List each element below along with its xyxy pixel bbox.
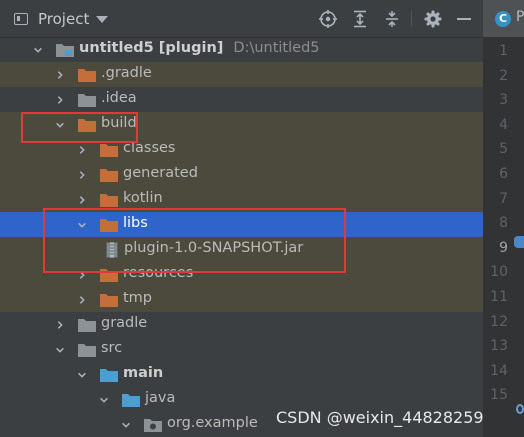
line-number: 10 [490,264,508,281]
line-number: 13 [490,338,508,355]
chevron-down-icon [96,15,109,23]
tree-item-name: .idea [101,90,137,106]
chevron-down-icon[interactable] [121,412,131,437]
chevron-right-icon[interactable] [77,162,87,187]
folder-orange-icon [100,143,118,161]
gutter-override-icon[interactable] [516,404,524,414]
annotation-box-libs [43,208,346,273]
line-number: 5 [499,141,508,158]
chevron-right-icon[interactable] [55,312,65,337]
chevron-right-icon[interactable] [55,62,65,87]
line-number: 11 [490,289,508,305]
line-number: 4 [499,116,508,133]
folder-orange-icon [100,293,118,311]
annotation-box-build [21,112,138,143]
panel-title: Project [38,10,90,28]
tree-item-label: untitled5 [plugin] D:\untitled5 [79,40,320,56]
line-number: 1 [499,43,508,59]
toolbar-separator [411,11,412,27]
package-icon [144,418,162,436]
tree-item-label: tmp [123,290,152,306]
source-folder-blue-icon [122,393,140,411]
tree-item-label: kotlin [123,190,163,206]
project-tool-window: Project untitled5 [plugin] D:\untitled5 .g… [0,0,483,437]
editor-tab-label[interactable]: P [516,9,524,25]
line-number: 12 [490,313,508,330]
tree-folder-item[interactable]: main [0,362,483,387]
project-view-selector[interactable]: Project [14,10,109,28]
collapse-all-icon[interactable] [381,8,403,30]
chevron-right-icon[interactable] [77,287,87,312]
tree-folder-item[interactable]: generated [0,162,483,187]
watermark: CSDN @weixin_44828259 [276,408,484,427]
folder-orange-icon [100,168,118,186]
chevron-down-icon[interactable] [55,337,65,362]
chevron-down-icon[interactable] [33,37,43,62]
folder-gray-icon [78,318,96,336]
tree-folder-item[interactable]: tmp [0,287,483,312]
tree-item-name: kotlin [123,190,163,206]
tree-item-label: .idea [101,90,137,106]
tree-item-name: tmp [123,290,153,306]
tree-item-label: .gradle [101,65,152,81]
module-folder-icon [56,43,74,61]
folder-gray-icon [78,343,96,361]
tree-folder-item[interactable]: src [0,337,483,362]
class-file-icon: C [495,11,511,27]
tree-item-label: gradle [101,315,147,331]
tree-item-name: gradle [101,315,148,331]
tree-item-label: java [145,390,175,406]
line-number: 2 [499,67,508,84]
line-number: 7 [499,190,508,207]
line-number: 15 [490,387,508,404]
folder-orange-icon [78,68,96,86]
gear-icon[interactable] [422,8,444,30]
tree-folder-item[interactable]: .gradle [0,62,483,87]
tree-folder-item[interactable]: untitled5 [plugin] D:\untitled5 [0,37,483,62]
line-number: 9 [499,239,508,256]
chevron-right-icon[interactable] [55,87,65,112]
tree-item-label: generated [123,165,198,181]
tree-item-label: src [101,340,122,356]
folder-gray-icon [78,93,96,111]
line-number: 14 [490,362,508,379]
tree-item-label: org.example [167,415,258,431]
tree-folder-item[interactable]: gradle [0,312,483,337]
gutter-marker-icon[interactable] [514,236,524,248]
locate-target-icon[interactable] [317,8,339,30]
tree-item-name: org.example [167,415,258,431]
module-path: D:\untitled5 [233,40,320,56]
tree-item-name: .gradle [101,65,152,81]
line-number: 6 [499,166,508,182]
tree-item-name: untitled5 [plugin] [79,40,224,56]
expand-all-icon[interactable] [349,8,371,30]
folder-blue-icon [100,368,118,386]
tree-item-name: generated [123,165,198,181]
tree-item-name: src [101,340,123,356]
tree-item-label: main [123,365,163,381]
chevron-down-icon[interactable] [99,387,109,412]
project-panel-icon [14,13,28,25]
line-number: 8 [499,215,508,232]
project-toolbar: Project [0,0,483,38]
tree-item-name: java [145,390,176,406]
tree-folder-item[interactable]: .idea [0,87,483,112]
tree-item-name: main [123,365,164,381]
minimize-icon[interactable] [453,8,475,30]
chevron-down-icon[interactable] [77,362,87,387]
line-number: 3 [499,92,508,109]
